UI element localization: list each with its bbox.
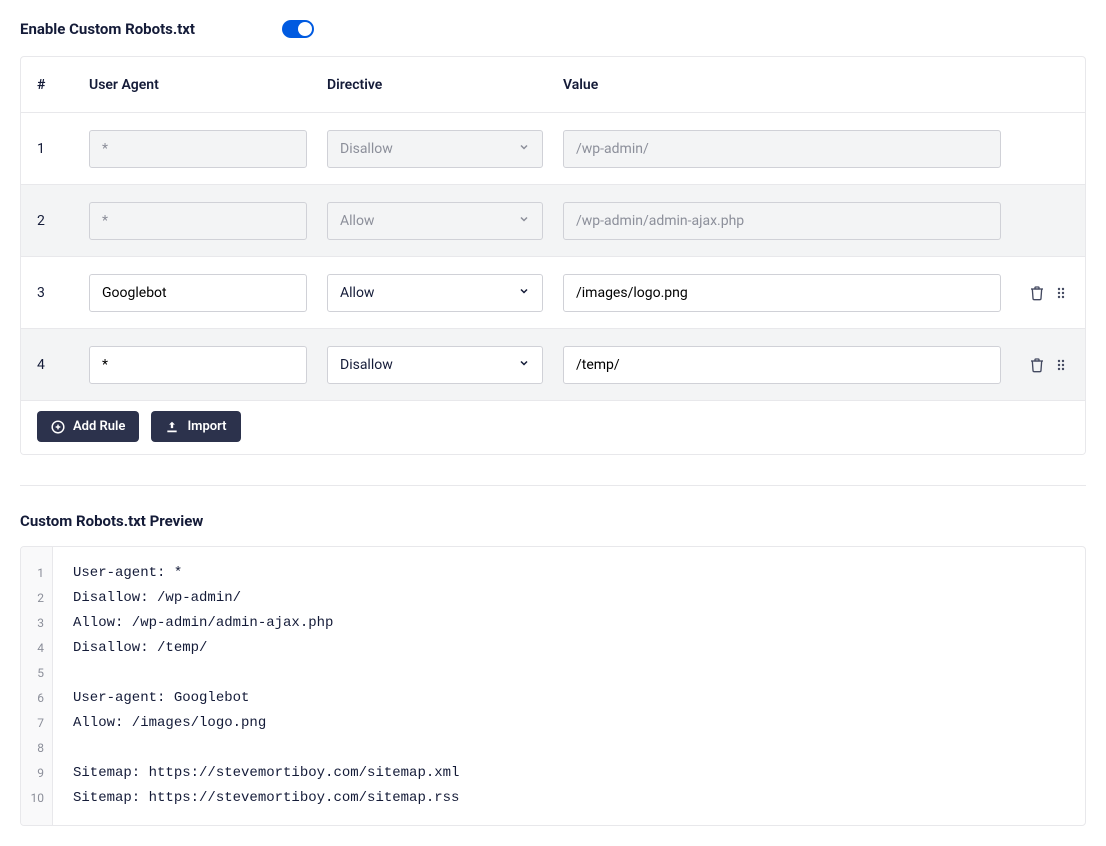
value-input[interactable] <box>563 274 1001 312</box>
header-num: # <box>37 77 89 93</box>
directive-value: Allow <box>340 285 374 301</box>
row-actions <box>1013 357 1069 373</box>
code-line: Sitemap: https://stevemortiboy.com/sitem… <box>73 761 1065 786</box>
line-number: 2 <box>29 586 44 611</box>
code-line: Sitemap: https://stevemortiboy.com/sitem… <box>73 786 1065 811</box>
directive-select: Disallow <box>327 130 543 168</box>
line-number: 5 <box>29 661 44 686</box>
code-line: User-agent: Googlebot <box>73 686 1065 711</box>
row-num: 4 <box>37 357 89 373</box>
trash-icon[interactable] <box>1029 285 1045 301</box>
add-rule-label: Add Rule <box>73 419 125 434</box>
line-number: 9 <box>29 761 44 786</box>
value-input <box>563 202 1001 240</box>
table-row: 4 Disallow <box>21 329 1085 401</box>
line-number: 4 <box>29 636 44 661</box>
add-rule-button[interactable]: Add Rule <box>37 411 139 442</box>
chevron-down-icon <box>518 141 530 157</box>
code-line: Allow: /images/logo.png <box>73 711 1065 736</box>
preview-code: User-agent: *Disallow: /wp-admin/Allow: … <box>53 547 1085 825</box>
row-num: 2 <box>37 213 89 229</box>
plus-circle-icon <box>51 420 65 434</box>
line-number: 1 <box>29 561 44 586</box>
user-agent-input <box>89 202 307 240</box>
row-actions <box>1013 285 1069 301</box>
value-input[interactable] <box>563 346 1001 384</box>
trash-icon[interactable] <box>1029 357 1045 373</box>
upload-icon <box>165 420 179 434</box>
button-row: Add Rule Import <box>21 401 1085 454</box>
line-number: 8 <box>29 736 44 761</box>
header-value: Value <box>563 77 1013 93</box>
code-line <box>73 736 1065 761</box>
drag-handle-icon[interactable] <box>1053 357 1069 373</box>
directive-value: Allow <box>340 213 374 229</box>
directive-select: Allow <box>327 202 543 240</box>
line-number: 10 <box>29 786 44 811</box>
user-agent-input[interactable] <box>89 274 307 312</box>
code-line: Disallow: /temp/ <box>73 636 1065 661</box>
user-agent-input[interactable] <box>89 346 307 384</box>
directive-value: Disallow <box>340 141 393 157</box>
line-number: 6 <box>29 686 44 711</box>
directive-value: Disallow <box>340 357 393 373</box>
row-num: 3 <box>37 285 89 301</box>
drag-handle-icon[interactable] <box>1053 285 1069 301</box>
enable-section: Enable Custom Robots.txt <box>20 20 1086 38</box>
line-number: 7 <box>29 711 44 736</box>
line-number: 3 <box>29 611 44 636</box>
header-user-agent: User Agent <box>89 77 327 93</box>
chevron-down-icon <box>518 285 530 301</box>
row-num: 1 <box>37 141 89 157</box>
user-agent-input <box>89 130 307 168</box>
divider <box>20 485 1086 486</box>
preview-box: 12345678910 User-agent: *Disallow: /wp-a… <box>20 546 1086 826</box>
code-line <box>73 661 1065 686</box>
preview-gutter: 12345678910 <box>21 547 53 825</box>
table-row: 3 Allow <box>21 257 1085 329</box>
import-label: Import <box>187 419 226 434</box>
header-directive: Directive <box>327 77 563 93</box>
code-line: User-agent: * <box>73 561 1065 586</box>
preview-label: Custom Robots.txt Preview <box>20 512 1086 530</box>
directive-select[interactable]: Allow <box>327 274 543 312</box>
enable-toggle[interactable] <box>282 20 314 38</box>
table-row: 1 Disallow <box>21 113 1085 185</box>
table-row: 2 Allow <box>21 185 1085 257</box>
rules-table: # User Agent Directive Value 1 Disallow 2 A… <box>20 56 1086 455</box>
import-button[interactable]: Import <box>151 411 240 442</box>
rules-header-row: # User Agent Directive Value <box>21 57 1085 113</box>
value-input <box>563 130 1001 168</box>
directive-select[interactable]: Disallow <box>327 346 543 384</box>
chevron-down-icon <box>518 357 530 373</box>
chevron-down-icon <box>518 213 530 229</box>
code-line: Allow: /wp-admin/admin-ajax.php <box>73 611 1065 636</box>
code-line: Disallow: /wp-admin/ <box>73 586 1065 611</box>
enable-label: Enable Custom Robots.txt <box>20 20 282 38</box>
